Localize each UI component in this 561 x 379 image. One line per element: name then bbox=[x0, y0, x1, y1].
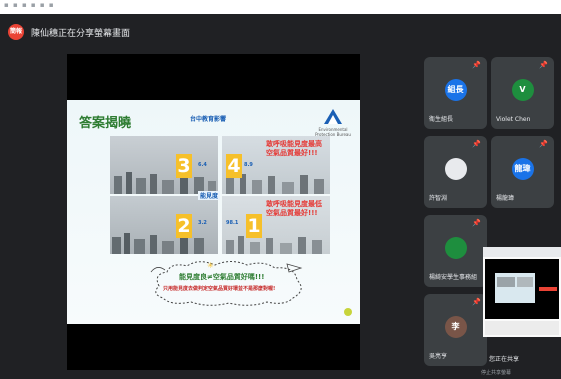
participant-name: 楊綺安學生事務組 bbox=[429, 274, 478, 281]
cloud-shape-icon: ✳ bbox=[150, 261, 303, 306]
photo-4: 4 8.9 敢呼吸能見度最高空氣品質最好!!! bbox=[222, 136, 330, 194]
participant-tile[interactable]: 📌 楊綺安學生事務組 bbox=[424, 215, 487, 287]
stop-share-link[interactable]: 停止共享螢幕 bbox=[481, 369, 511, 376]
avatar: 龍瑋 bbox=[511, 158, 534, 180]
photo-aqi: 8.9 bbox=[244, 162, 253, 168]
photo-aqi: 98.1 bbox=[226, 220, 239, 226]
participant-name: 楊龍瑋 bbox=[496, 195, 515, 202]
photo-3: 3 6.4 bbox=[110, 136, 218, 194]
photo-number: 2 bbox=[176, 214, 192, 238]
photo-caption: 敢呼吸能見度最高空氣品質最好!!! bbox=[266, 140, 322, 157]
pin-icon[interactable]: 📌 bbox=[472, 61, 481, 69]
comparison-photos: 3 6.4 4 8.9 敢呼吸能見度最高空氣品質最好!!! 2 3.2 1 98… bbox=[110, 136, 330, 254]
participant-name: 衛生組長 bbox=[429, 116, 454, 123]
pin-icon[interactable]: 📌 bbox=[472, 298, 481, 306]
org-logo-icon bbox=[324, 109, 342, 124]
avatar bbox=[444, 158, 467, 180]
slide-page-indicator bbox=[344, 308, 352, 316]
slide-title: 答案揭曉 bbox=[79, 116, 132, 131]
participant-name: Violet Chen bbox=[496, 116, 531, 123]
participant-tile[interactable]: 📌 許智淵 bbox=[424, 136, 487, 208]
photo-1: 1 98.1 敢呼吸能見度最低空氣品質最好!!! bbox=[222, 196, 330, 254]
share-status-label: 您正在共享 bbox=[489, 356, 520, 363]
photo-aqi: 6.4 bbox=[198, 162, 207, 168]
presenting-badge: 簡報 bbox=[8, 24, 24, 40]
avatar: V bbox=[511, 79, 534, 101]
svg-text:✳: ✳ bbox=[207, 261, 214, 270]
participant-tile[interactable]: 📌 龍瑋 楊龍瑋 bbox=[491, 136, 554, 208]
avatar: 組長 bbox=[444, 79, 467, 101]
shared-screen: 答案揭曉 台中教育影響 Environmental Protection Bur… bbox=[67, 54, 360, 370]
participant-tile[interactable]: 📌 組長 衛生組長 bbox=[424, 57, 487, 129]
callout-headline: 能見度良≠空氣品質好嗎!!! bbox=[179, 273, 265, 281]
photo-2: 2 3.2 bbox=[110, 196, 218, 254]
slide: 答案揭曉 台中教育影響 Environmental Protection Bur… bbox=[67, 100, 360, 324]
participant-tile[interactable]: 📌 李 吳亮亨 bbox=[424, 294, 487, 366]
cloud-callout: ✳ 能見度良≠空氣品質好嗎!!! 只用能見度去做判定空氣品質好壞並不是那麼對喔! bbox=[149, 258, 309, 308]
presentation-bar: 簡報 陳仙穗正在分享螢幕畫面 bbox=[0, 14, 561, 50]
photo-number: 4 bbox=[226, 154, 242, 178]
visibility-label: 能見度 bbox=[198, 191, 221, 200]
participant-name: 吳亮亨 bbox=[429, 353, 448, 360]
photo-aqi: 3.2 bbox=[198, 220, 207, 226]
screen-preview-icon bbox=[483, 247, 561, 335]
pin-icon[interactable]: 📌 bbox=[472, 219, 481, 227]
participant-name: 許智淵 bbox=[429, 195, 448, 202]
presentation-title: 陳仙穗正在分享螢幕畫面 bbox=[31, 29, 131, 39]
photo-number: 1 bbox=[246, 214, 262, 238]
pin-icon[interactable]: 📌 bbox=[539, 140, 548, 148]
avatar bbox=[444, 237, 467, 259]
top-strip-text: ▪ ▪ ▪ ▪ ▪ ▪ bbox=[4, 1, 55, 9]
photo-caption: 敢呼吸能見度最低空氣品質最好!!! bbox=[266, 200, 322, 217]
photo-number: 3 bbox=[176, 154, 192, 178]
pin-icon[interactable]: 📌 bbox=[472, 140, 481, 148]
participant-tile[interactable]: 📌 V Violet Chen bbox=[491, 57, 554, 129]
callout-subtext: 只用能見度去做判定空氣品質好壞並不是那麼對喔! bbox=[163, 286, 276, 292]
slide-tag: 台中教育影響 bbox=[190, 116, 227, 123]
avatar: 李 bbox=[444, 316, 467, 338]
share-preview[interactable] bbox=[483, 247, 561, 337]
pin-icon[interactable]: 📌 bbox=[539, 61, 548, 69]
browser-top-strip: ▪ ▪ ▪ ▪ ▪ ▪ bbox=[0, 0, 561, 14]
